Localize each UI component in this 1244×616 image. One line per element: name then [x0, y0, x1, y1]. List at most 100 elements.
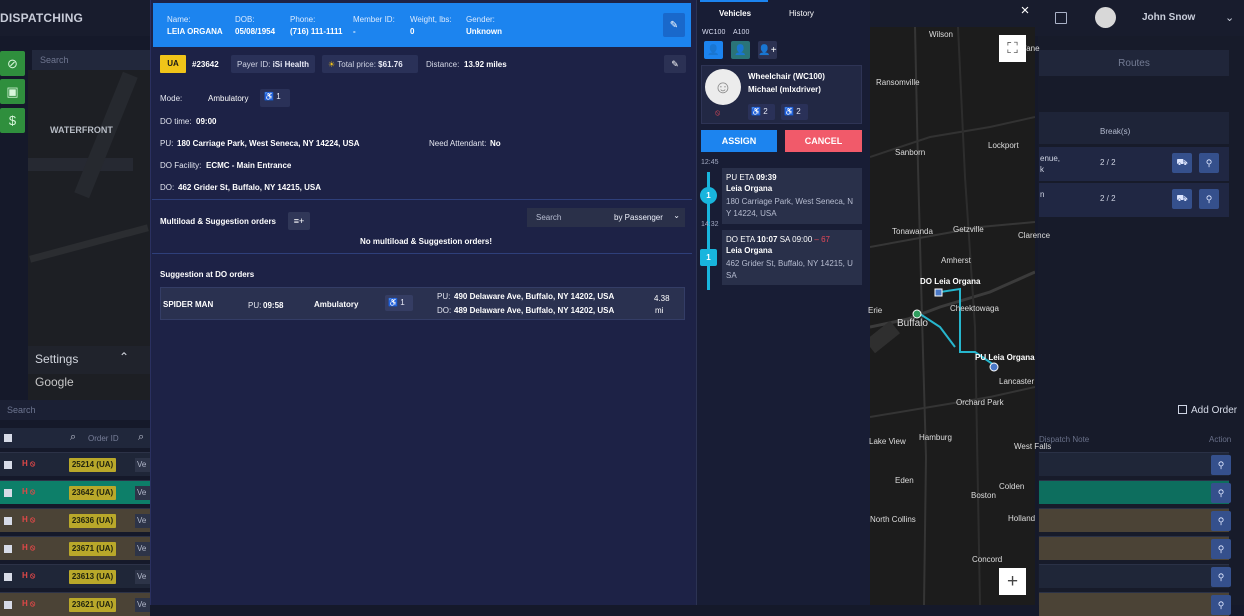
dispatch-row[interactable]: ⚲ — [1039, 480, 1231, 504]
dispatch-row[interactable]: ⚲ — [1039, 592, 1231, 616]
timeline-stop[interactable]: PU ETA 09:39 Leia Organa 180 Carriage Pa… — [722, 168, 862, 224]
table-row[interactable]: H ⦸ 23636 (UA) Ve — [0, 508, 150, 532]
order-id-badge[interactable]: 25214 (UA) — [69, 458, 116, 472]
order-more-cell: Ve — [135, 514, 150, 528]
table-row[interactable]: H ⦸ 23621 (UA) Ve — [0, 592, 150, 616]
wheelchair-icon: ♿ — [264, 92, 274, 101]
chevron-down-icon[interactable]: ⌄ — [1225, 11, 1234, 24]
dispatch-row[interactable]: ⚲ — [1039, 452, 1231, 476]
chevron-down-icon: ⌄ — [673, 211, 680, 220]
route-map-button[interactable]: ⚲ — [1199, 189, 1219, 209]
row-checkbox[interactable] — [4, 601, 12, 609]
route-vehicle-button[interactable]: ⛟ — [1172, 153, 1192, 173]
passenger-filter-select[interactable]: by Passenger ⌄ — [608, 208, 685, 227]
assign-button[interactable]: ASSIGN — [701, 130, 777, 152]
dispatch-row[interactable]: ⚲ — [1039, 536, 1231, 560]
user-name[interactable]: John Snow — [1142, 12, 1195, 23]
orders-search-input[interactable]: Search — [0, 400, 150, 420]
map-settings-bar[interactable]: Settings ⌃ — [28, 346, 150, 374]
zoom-in-button[interactable]: + — [999, 568, 1026, 595]
add-order-button[interactable]: Add Order — [1191, 405, 1237, 416]
tab-routes[interactable]: Routes — [1039, 50, 1229, 76]
suggestion-pu-address-label: PU: — [437, 292, 451, 301]
dollar-button[interactable]: $ — [0, 108, 25, 133]
weight-label: Weight, lbs: — [410, 15, 452, 24]
order-id-badge[interactable]: 23613 (UA) — [69, 570, 116, 584]
plus-icon[interactable] — [1178, 405, 1187, 414]
row-checkbox[interactable] — [4, 517, 12, 525]
do-facility-value: ECMC - Main Entrance — [206, 161, 292, 170]
dispatch-row[interactable]: ⚲ — [1039, 508, 1231, 532]
select-all-checkbox[interactable] — [4, 434, 12, 442]
user-avatar[interactable] — [1095, 7, 1116, 28]
row-map-button[interactable]: ⚲ — [1211, 595, 1231, 615]
multiload-title: Multiload & Suggestion orders — [160, 217, 277, 226]
wheelchair-icon: ♿ — [751, 107, 761, 116]
single-person-button[interactable]: 👤 — [704, 41, 723, 59]
route-map-button[interactable]: ⚲ — [1199, 153, 1219, 173]
row-checkbox[interactable] — [4, 573, 12, 581]
order-id-badge[interactable]: 23621 (UA) — [69, 598, 116, 612]
table-row[interactable]: H ⦸ 25214 (UA) Ve — [0, 452, 150, 476]
edit-patient-button[interactable]: ✎ — [663, 13, 685, 37]
fullscreen-button[interactable]: ⛶ — [999, 35, 1026, 62]
add-person-button[interactable]: 👤+ — [758, 41, 777, 59]
add-multiload-button[interactable]: ≡+ — [288, 212, 310, 230]
vehicle-type-tab-wc100[interactable]: WC100 — [702, 29, 725, 36]
route-vehicle-button[interactable]: ⛟ — [1172, 189, 1192, 209]
map-place-label: DO Leia Organa — [920, 277, 981, 286]
suggestion-count-chip: ♿ 1 — [385, 295, 413, 311]
payer-label: Payer ID: — [237, 60, 271, 69]
search-icon[interactable]: ⌕ — [70, 431, 76, 444]
table-row[interactable]: H ⦸ 23642 (UA) Ve — [0, 480, 150, 504]
status-icon: H ⦸ — [22, 599, 36, 608]
cancel-button[interactable]: CANCEL — [785, 130, 862, 152]
row-checkbox[interactable] — [4, 489, 12, 497]
hide-icon-button[interactable]: ⊘ — [0, 51, 25, 76]
vehicle-type-tab-a100[interactable]: A100 — [733, 29, 749, 36]
search-icon[interactable]: ⌕ — [138, 431, 144, 444]
order-id-badge[interactable]: 23642 (UA) — [69, 486, 116, 500]
row-map-button[interactable]: ⚲ — [1211, 483, 1231, 503]
map-place-label: Getzville — [953, 225, 984, 234]
row-map-button[interactable]: ⚲ — [1211, 511, 1231, 531]
team-button[interactable]: 👤 — [731, 41, 750, 59]
action-header: Action — [1209, 435, 1232, 444]
table-row[interactable]: H ⦸ 23671 (UA) Ve — [0, 536, 150, 560]
chevron-up-icon[interactable]: ⌃ — [119, 350, 129, 364]
car-icon: ▣ — [6, 83, 19, 99]
table-row[interactable]: H ⦸ 23613 (UA) Ve — [0, 564, 150, 588]
map-place-label: Lake View — [869, 437, 906, 446]
row-map-button[interactable]: ⚲ — [1211, 567, 1231, 587]
order-id-badge[interactable]: 23636 (UA) — [69, 514, 116, 528]
payer-value: iSi Health — [272, 60, 310, 69]
suggestion-pu-time: 09:58 — [263, 301, 284, 310]
suggestion-do-address: 489 Delaware Ave, Buffalo, NY 14202, USA — [454, 306, 615, 315]
car-button[interactable]: ▣ — [0, 79, 25, 104]
tab-vehicles[interactable]: Vehicles — [719, 9, 751, 18]
screen-share-icon[interactable] — [1055, 12, 1067, 24]
edit-order-button[interactable]: ✎ — [664, 55, 686, 73]
google-logo: Google — [35, 375, 74, 389]
suggestion-search-input[interactable]: Search — [527, 208, 609, 227]
row-checkbox[interactable] — [4, 461, 12, 469]
suggestion-order-card[interactable]: SPIDER MAN PU: 09:58 Ambulatory ♿ 1 PU: … — [160, 287, 685, 320]
row-map-button[interactable]: ⚲ — [1211, 455, 1231, 475]
pu-address: 180 Carriage Park, West Seneca, NY 14224… — [177, 139, 360, 148]
stop-title: PU ETA — [726, 173, 754, 182]
route-row[interactable]: n 2 / 2 ⛟ ⚲ — [1039, 183, 1229, 217]
map-place-label: Boston — [971, 491, 996, 500]
tab-history[interactable]: History — [789, 9, 814, 18]
map-search-input[interactable]: Search — [32, 50, 150, 70]
close-icon[interactable]: × — [1017, 3, 1033, 19]
row-checkbox[interactable] — [4, 545, 12, 553]
playlist-add-icon: ≡+ — [293, 216, 305, 226]
row-map-button[interactable]: ⚲ — [1211, 539, 1231, 559]
dispatch-row[interactable]: ⚲ — [1039, 564, 1231, 588]
timeline-stop[interactable]: DO ETA 10:07 SA 09:00 – 67 Leia Organa 4… — [722, 230, 862, 285]
map-place-label: Cheektowaga — [950, 304, 999, 313]
stop-address: 462 Grider St, Buffalo, NY 14215, U SA — [726, 259, 853, 280]
order-id-badge[interactable]: 23671 (UA) — [69, 542, 116, 556]
route-row[interactable]: enue, k 2 / 2 ⛟ ⚲ — [1039, 147, 1229, 181]
patient-member-id: - — [353, 27, 356, 36]
